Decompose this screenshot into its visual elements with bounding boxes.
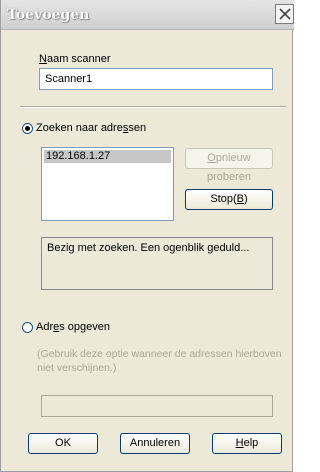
dialog-title: Toevoegen bbox=[7, 7, 90, 23]
status-text: Bezig met zoeken. Een ogenblik geduld... bbox=[47, 242, 250, 254]
title-bar[interactable]: Toevoegen bbox=[1, 0, 294, 30]
retry-button[interactable]: Opnieuw proberen bbox=[185, 148, 273, 183]
stop-button[interactable]: Stop(B) bbox=[185, 189, 273, 210]
address-input[interactable] bbox=[41, 395, 273, 417]
search-address-label[interactable]: Zoeken naar adressen bbox=[36, 122, 146, 134]
enter-address-label[interactable]: Adres opgeven bbox=[36, 321, 110, 333]
ok-button[interactable]: OK bbox=[28, 433, 98, 454]
list-item[interactable]: 192.168.1.27 bbox=[44, 150, 171, 163]
address-listbox[interactable]: 192.168.1.27 bbox=[41, 147, 174, 221]
scanner-name-label: Naam scanner bbox=[39, 53, 111, 65]
help-button[interactable]: Help bbox=[212, 433, 282, 454]
address-hint-text: (Gebruik deze optie wanneer de adressen … bbox=[37, 348, 282, 374]
search-address-radio[interactable] bbox=[22, 123, 33, 134]
add-scanner-dialog: Toevoegen Naam scanner Scanner1 Zoeken n… bbox=[0, 0, 294, 472]
separator-top bbox=[20, 106, 286, 108]
cancel-button[interactable]: Annuleren bbox=[120, 433, 190, 454]
close-button[interactable] bbox=[275, 4, 294, 24]
status-box: Bezig met zoeken. Een ogenblik geduld... bbox=[41, 237, 273, 290]
close-icon bbox=[279, 8, 291, 20]
radio-selected-dot bbox=[25, 126, 30, 131]
scanner-name-input[interactable]: Scanner1 bbox=[39, 68, 273, 90]
enter-address-radio[interactable] bbox=[22, 322, 33, 333]
